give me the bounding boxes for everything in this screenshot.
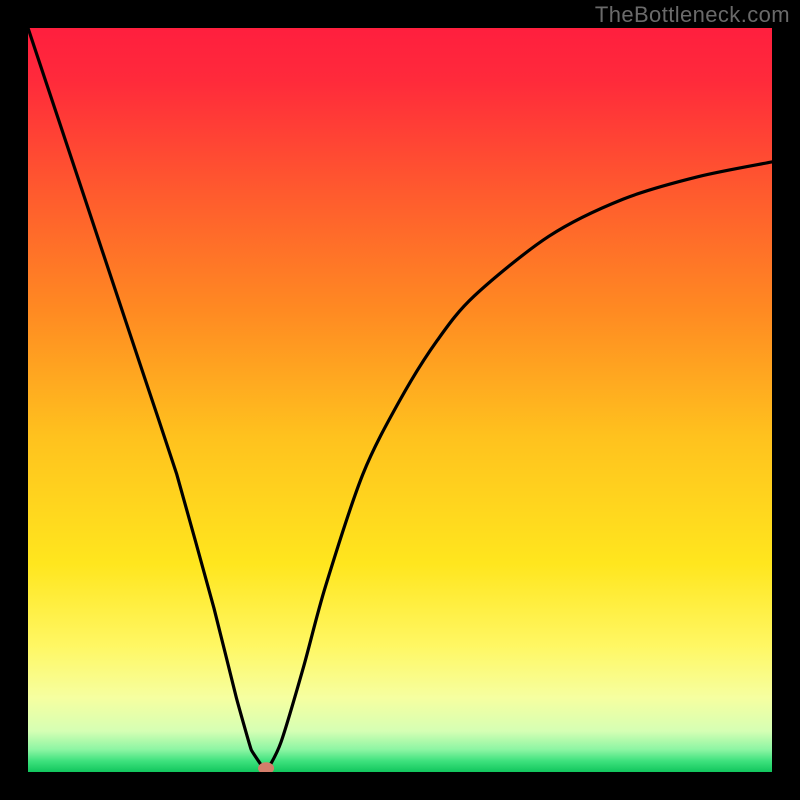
chart-svg — [28, 28, 772, 772]
plot-area — [28, 28, 772, 772]
chart-frame: TheBottleneck.com — [0, 0, 800, 800]
watermark-text: TheBottleneck.com — [595, 2, 790, 28]
